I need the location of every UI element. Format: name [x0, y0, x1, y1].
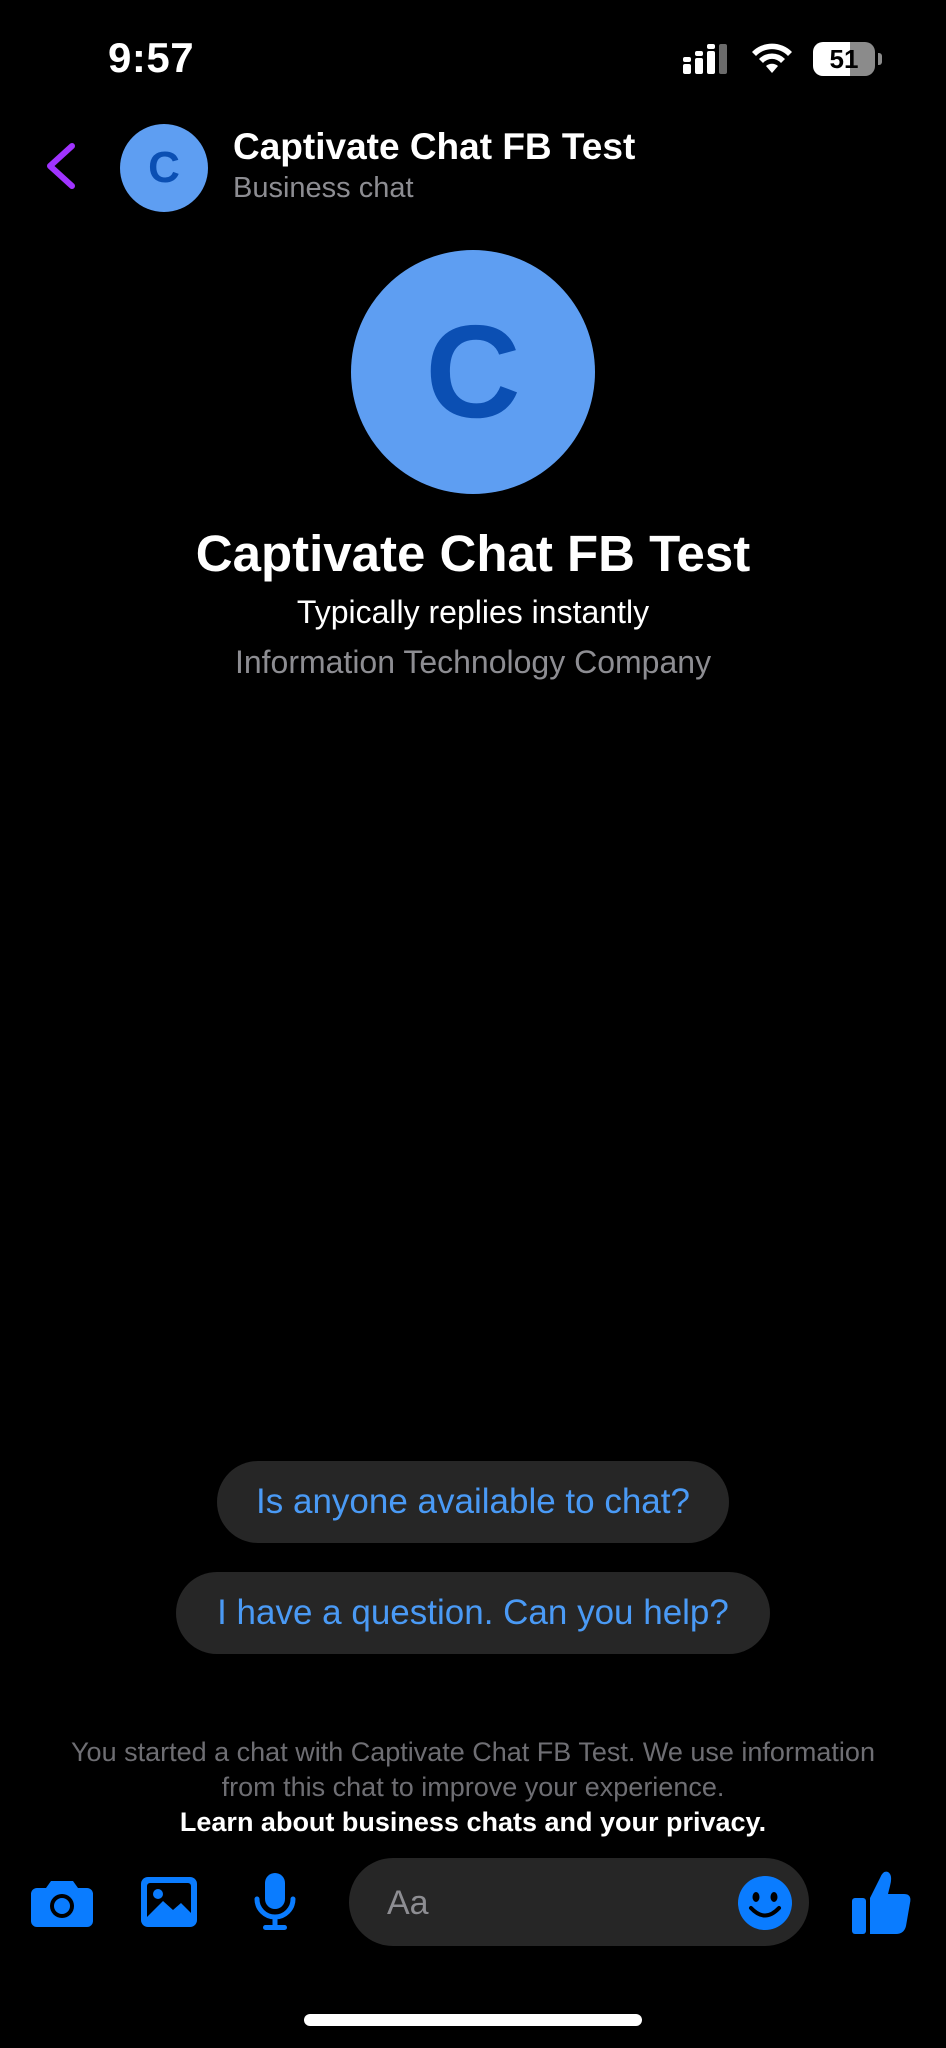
status-time: 9:57 [108, 34, 195, 81]
disclaimer-text: You started a chat with Captivate Chat F… [71, 1737, 875, 1802]
battery-icon: 51 [813, 42, 882, 76]
signal-icon [683, 44, 727, 74]
microphone-icon [254, 1873, 296, 1930]
message-composer[interactable] [349, 1858, 809, 1948]
emoji-button[interactable] [737, 1875, 793, 1931]
header-avatar-letter: C [148, 143, 180, 192]
header-avatar[interactable]: C [120, 124, 208, 212]
camera-icon [31, 1881, 93, 1927]
privacy-disclaimer: You started a chat with Captivate Chat F… [60, 1735, 886, 1840]
chat-title[interactable]: Captivate Chat FB Test [233, 126, 635, 168]
quick-reply-button[interactable]: Is anyone available to chat? [217, 1461, 729, 1543]
response-time: Typically replies instantly [296, 594, 650, 630]
battery-level: 51 [829, 44, 859, 74]
quick-reply-button[interactable]: I have a question. Can you help? [176, 1572, 770, 1654]
emoji-icon [738, 1876, 792, 1930]
business-category: Information Technology Company [234, 644, 712, 680]
gallery-icon [141, 1877, 197, 1927]
profile-name: Captivate Chat FB Test [195, 525, 751, 582]
home-indicator[interactable] [304, 2014, 642, 2026]
privacy-link[interactable]: Learn about business chats and your priv… [60, 1805, 886, 1840]
back-button[interactable] [38, 140, 86, 192]
microphone-button[interactable] [250, 1870, 300, 1934]
gallery-button[interactable] [138, 1870, 200, 1934]
wifi-icon [752, 43, 792, 73]
status-icons: 51 [683, 42, 882, 76]
thumbs-up-icon [852, 1871, 911, 1934]
back-arrow-icon [47, 143, 75, 189]
camera-button[interactable] [28, 1870, 96, 1934]
profile-avatar-letter: C [425, 298, 521, 445]
profile-avatar[interactable]: C [351, 250, 595, 494]
message-input[interactable] [385, 1858, 719, 1948]
thumbs-up-button[interactable] [852, 1868, 912, 1936]
chat-subtitle: Business chat [233, 172, 414, 204]
